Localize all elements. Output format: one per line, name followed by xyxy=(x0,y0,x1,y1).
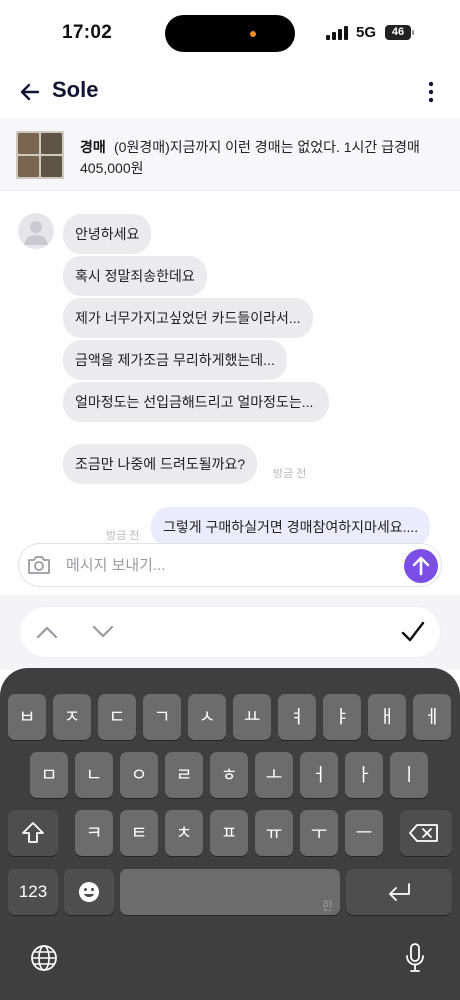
signal-icon xyxy=(326,26,348,40)
key[interactable]: ㄴ xyxy=(75,752,113,798)
shift-key[interactable] xyxy=(8,810,58,856)
key[interactable]: ㅋ xyxy=(75,810,113,856)
chat-partner-name: Sole xyxy=(52,77,99,102)
key[interactable]: ㅎ xyxy=(210,752,248,798)
incoming-message: 금액을 제가조금 무리하게했는데... xyxy=(63,340,287,380)
key[interactable]: ㅂ xyxy=(8,694,46,740)
incoming-message: 조금만 나중에 드려도될까요? xyxy=(63,444,258,484)
message-input[interactable] xyxy=(66,552,396,578)
recording-indicator xyxy=(250,31,256,37)
incoming-message: 안녕하세요 xyxy=(63,214,152,254)
key[interactable]: ㅣ xyxy=(390,752,428,798)
back-arrow-icon[interactable] xyxy=(18,80,42,104)
incoming-message: 제가 너무가지고싶었던 카드들이라서... xyxy=(63,298,313,338)
send-button[interactable] xyxy=(404,549,438,583)
microphone-icon[interactable] xyxy=(404,942,426,974)
key[interactable]: ㄱ xyxy=(143,694,181,740)
key[interactable]: ㅜ xyxy=(300,810,338,856)
key[interactable]: ㅏ xyxy=(345,752,383,798)
return-key[interactable] xyxy=(346,869,452,915)
incoming-message: 얼마정도는 선입금해드리고 얼마정도는... xyxy=(63,382,329,422)
item-thumbnail[interactable] xyxy=(16,131,64,179)
numbers-key[interactable]: 123 xyxy=(8,869,58,915)
key[interactable]: ㅌ xyxy=(120,810,158,856)
key[interactable]: ㅗ xyxy=(255,752,293,798)
return-icon xyxy=(389,883,410,901)
globe-icon[interactable] xyxy=(30,944,58,972)
avatar[interactable] xyxy=(18,213,54,249)
message-time: 방금 전 xyxy=(106,530,140,542)
key[interactable]: ㅈ xyxy=(53,694,91,740)
key[interactable]: ㅊ xyxy=(165,810,203,856)
key[interactable]: ㅁ xyxy=(30,752,68,798)
key[interactable]: ㅠ xyxy=(255,810,293,856)
space-key-hint: 한 xyxy=(322,899,334,913)
person-icon xyxy=(24,221,48,245)
shift-icon xyxy=(22,822,44,843)
key[interactable]: ㅓ xyxy=(300,752,338,798)
chevron-down-icon[interactable] xyxy=(92,625,114,639)
key[interactable]: ㅐ xyxy=(368,694,406,740)
key[interactable]: ㅍ xyxy=(210,810,248,856)
keyboard-accessory-bar xyxy=(20,607,440,657)
checkmark-icon[interactable] xyxy=(400,620,426,644)
key[interactable]: ㅅ xyxy=(188,694,226,740)
message-time: 방금 전 xyxy=(273,468,307,480)
more-vertical-icon[interactable] xyxy=(420,80,442,104)
key[interactable]: ㅕ xyxy=(278,694,316,740)
item-price: 405,000원 xyxy=(80,160,144,176)
key[interactable]: ㅇ xyxy=(120,752,158,798)
battery-tip xyxy=(412,30,414,35)
network-type: 5G xyxy=(356,24,377,41)
key[interactable]: ㅑ xyxy=(323,694,361,740)
key[interactable]: ㄷ xyxy=(98,694,136,740)
chevron-up-icon[interactable] xyxy=(36,625,58,639)
item-kind: 경매 xyxy=(80,139,106,155)
camera-icon[interactable] xyxy=(26,554,52,576)
key[interactable]: ㄹ xyxy=(165,752,203,798)
dynamic-island xyxy=(165,15,295,52)
space-key[interactable] xyxy=(120,869,340,915)
emoji-icon xyxy=(79,882,99,902)
key[interactable]: ㅛ xyxy=(233,694,271,740)
key[interactable]: ㅔ xyxy=(413,694,451,740)
arrow-up-icon xyxy=(412,556,430,576)
backspace-key[interactable] xyxy=(400,810,452,856)
battery-icon: 46 xyxy=(385,25,411,40)
outgoing-message: 그렇게 구매하실거면 경매참여하지마세요.... xyxy=(151,507,431,547)
backspace-icon xyxy=(409,824,438,842)
incoming-message: 혹시 정말죄송한데요 xyxy=(63,256,207,296)
emoji-key[interactable] xyxy=(64,869,114,915)
status-time: 17:02 xyxy=(62,22,113,43)
key[interactable]: ㅡ xyxy=(345,810,383,856)
item-title: (0원경매)지금까지 이런 경매는 없었다. 1시간 급경매 xyxy=(114,139,420,155)
